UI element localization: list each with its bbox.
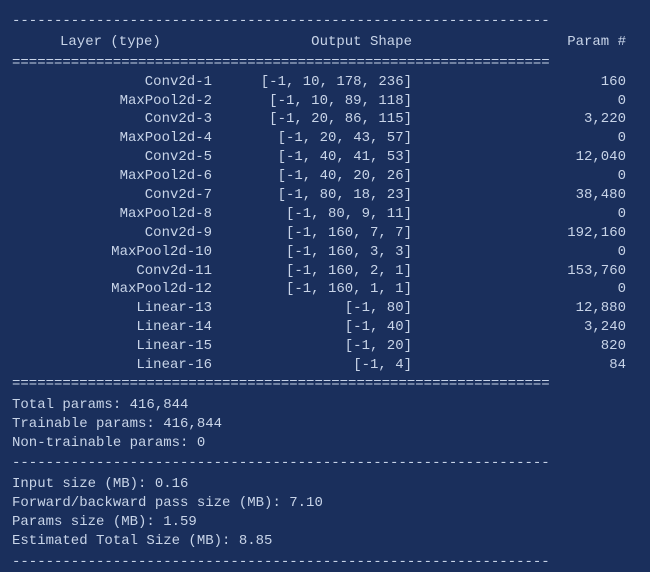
param-cell: 12,040: [432, 148, 638, 167]
shape-cell: [-1, 80]: [232, 299, 432, 318]
param-cell: 84: [432, 356, 638, 375]
table-row: Conv2d-3[-1, 20, 86, 115]3,220: [12, 110, 638, 129]
table-row: Linear-14[-1, 40]3,240: [12, 318, 638, 337]
table-row: MaxPool2d-4[-1, 20, 43, 57]0: [12, 129, 638, 148]
table-row: MaxPool2d-6[-1, 40, 20, 26]0: [12, 167, 638, 186]
params-size: Params size (MB): 1.59: [12, 513, 638, 532]
layer-cell: Conv2d-3: [12, 110, 232, 129]
header-param: Param #: [432, 33, 638, 52]
param-cell: 160: [432, 73, 638, 92]
table-row: MaxPool2d-10[-1, 160, 3, 3]0: [12, 243, 638, 262]
param-cell: 0: [432, 129, 638, 148]
layer-cell: Conv2d-5: [12, 148, 232, 167]
divider-top: ----------------------------------------…: [12, 12, 638, 31]
shape-cell: [-1, 160, 7, 7]: [232, 224, 432, 243]
layer-cell: Linear-14: [12, 318, 232, 337]
table-row: Linear-16[-1, 4]84: [12, 356, 638, 375]
shape-cell: [-1, 160, 1, 1]: [232, 280, 432, 299]
layer-cell: Conv2d-7: [12, 186, 232, 205]
param-cell: 0: [432, 167, 638, 186]
table-body: Conv2d-1[-1, 10, 178, 236]160MaxPool2d-2…: [12, 73, 638, 375]
shape-cell: [-1, 80, 18, 23]: [232, 186, 432, 205]
table-row: Conv2d-7[-1, 80, 18, 23]38,480: [12, 186, 638, 205]
layer-cell: MaxPool2d-4: [12, 129, 232, 148]
sizes-block: Input size (MB): 0.16 Forward/backward p…: [12, 473, 638, 553]
table-row: Linear-15[-1, 20]820: [12, 337, 638, 356]
shape-cell: [-1, 20, 86, 115]: [232, 110, 432, 129]
table-row: Linear-13[-1, 80]12,880: [12, 299, 638, 318]
table-row: MaxPool2d-12[-1, 160, 1, 1]0: [12, 280, 638, 299]
layer-cell: Conv2d-1: [12, 73, 232, 92]
shape-cell: [-1, 80, 9, 11]: [232, 205, 432, 224]
table-row: Conv2d-5[-1, 40, 41, 53]12,040: [12, 148, 638, 167]
table-row: Conv2d-9[-1, 160, 7, 7]192,160: [12, 224, 638, 243]
layer-cell: Linear-15: [12, 337, 232, 356]
param-cell: 0: [432, 205, 638, 224]
shape-cell: [-1, 10, 178, 236]: [232, 73, 432, 92]
param-cell: 153,760: [432, 262, 638, 281]
table-row: MaxPool2d-2[-1, 10, 89, 118]0: [12, 92, 638, 111]
shape-cell: [-1, 160, 3, 3]: [232, 243, 432, 262]
total-params: Total params: 416,844: [12, 396, 638, 415]
layer-cell: MaxPool2d-12: [12, 280, 232, 299]
table-row: MaxPool2d-8[-1, 80, 9, 11]0: [12, 205, 638, 224]
table-row: Conv2d-1[-1, 10, 178, 236]160: [12, 73, 638, 92]
layer-cell: MaxPool2d-2: [12, 92, 232, 111]
table-row: Conv2d-11[-1, 160, 2, 1]153,760: [12, 262, 638, 281]
header-shape: Output Shape: [232, 33, 432, 52]
estimated-total-size: Estimated Total Size (MB): 8.85: [12, 532, 638, 551]
divider-bottom: ----------------------------------------…: [12, 553, 638, 572]
shape-cell: [-1, 40, 20, 26]: [232, 167, 432, 186]
param-cell: 3,240: [432, 318, 638, 337]
input-size: Input size (MB): 0.16: [12, 475, 638, 494]
trainable-params: Trainable params: 416,844: [12, 415, 638, 434]
layer-cell: Conv2d-9: [12, 224, 232, 243]
param-cell: 0: [432, 92, 638, 111]
param-cell: 12,880: [432, 299, 638, 318]
forward-backward-size: Forward/backward pass size (MB): 7.10: [12, 494, 638, 513]
shape-cell: [-1, 20]: [232, 337, 432, 356]
shape-cell: [-1, 160, 2, 1]: [232, 262, 432, 281]
layer-cell: Linear-16: [12, 356, 232, 375]
param-cell: 820: [432, 337, 638, 356]
param-cell: 0: [432, 243, 638, 262]
divider-after-rows: ========================================…: [12, 375, 638, 394]
shape-cell: [-1, 20, 43, 57]: [232, 129, 432, 148]
layer-cell: MaxPool2d-6: [12, 167, 232, 186]
shape-cell: [-1, 40, 41, 53]: [232, 148, 432, 167]
table-header: Layer (type) Output Shape Param #: [12, 31, 638, 54]
shape-cell: [-1, 40]: [232, 318, 432, 337]
shape-cell: [-1, 4]: [232, 356, 432, 375]
divider-after-totals: ----------------------------------------…: [12, 454, 638, 473]
divider-header: ========================================…: [12, 54, 638, 73]
param-cell: 38,480: [432, 186, 638, 205]
param-cell: 0: [432, 280, 638, 299]
non-trainable-params: Non-trainable params: 0: [12, 434, 638, 453]
layer-cell: Linear-13: [12, 299, 232, 318]
param-cell: 192,160: [432, 224, 638, 243]
layer-cell: MaxPool2d-8: [12, 205, 232, 224]
layer-cell: Conv2d-11: [12, 262, 232, 281]
layer-cell: MaxPool2d-10: [12, 243, 232, 262]
shape-cell: [-1, 10, 89, 118]: [232, 92, 432, 111]
param-cell: 3,220: [432, 110, 638, 129]
totals-block: Total params: 416,844 Trainable params: …: [12, 394, 638, 455]
header-layer: Layer (type): [12, 33, 232, 52]
